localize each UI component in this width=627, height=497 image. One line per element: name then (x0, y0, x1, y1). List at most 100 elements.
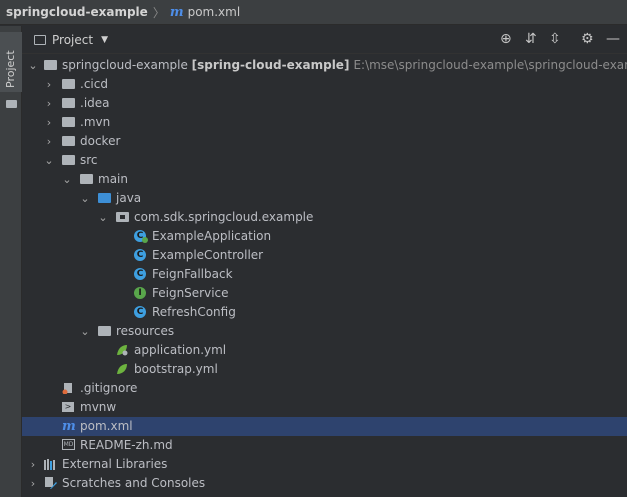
class-icon: C (134, 268, 146, 280)
chevron-down-icon[interactable]: ⌄ (28, 56, 38, 75)
maven-file-icon: m (169, 4, 184, 20)
scratches-icon (45, 477, 57, 489)
chevron-right-icon[interactable]: › (44, 94, 54, 113)
tree-label: ExampleController (152, 248, 264, 262)
package-icon (116, 212, 129, 222)
breadcrumb-separator: 〉 (152, 5, 165, 20)
chevron-right-icon[interactable]: › (28, 474, 38, 493)
project-tool-tab-label: Project (4, 50, 17, 88)
tree-row-class[interactable]: I FeignService (22, 284, 627, 303)
tree-label: README-zh.md (80, 438, 173, 452)
source-folder-icon (98, 193, 111, 203)
tree-label: .mvn (80, 115, 111, 129)
gitignore-icon (62, 383, 72, 394)
tree-label: FeignFallback (152, 267, 233, 281)
resources-folder-icon (98, 326, 111, 336)
tool-window-strip: Project (0, 26, 22, 497)
folder-icon (62, 117, 75, 127)
tree-label: pom.xml (80, 419, 133, 433)
navigation-bar: springcloud-example 〉 m pom.xml (0, 0, 627, 25)
tree-label: .gitignore (80, 381, 138, 395)
chevron-right-icon[interactable]: › (44, 132, 54, 151)
expand-all-icon[interactable]: ⇵ (525, 31, 537, 47)
chevron-down-icon[interactable]: ▼ (101, 35, 108, 45)
module-folder-icon (44, 60, 57, 70)
libraries-icon (44, 459, 55, 470)
tree-label: External Libraries (62, 457, 168, 471)
tree-row-package[interactable]: ⌄ com.sdk.springcloud.example (22, 208, 627, 227)
breadcrumb-project[interactable]: springcloud-example (6, 5, 148, 19)
chevron-down-icon[interactable]: ⌄ (98, 208, 108, 227)
tree-row-class[interactable]: C RefreshConfig (22, 303, 627, 322)
interface-icon: I (134, 287, 146, 299)
tree-row-file[interactable]: .gitignore (22, 379, 627, 398)
tree-row-docker[interactable]: › docker (22, 132, 627, 151)
tree-label: java (116, 191, 142, 205)
tree-row-resources[interactable]: ⌄ resources (22, 322, 627, 341)
tree-row-class[interactable]: C FeignFallback (22, 265, 627, 284)
tree-row-cicd[interactable]: › .cicd (22, 75, 627, 94)
tree-label: mvnw (80, 400, 117, 414)
collapse-all-icon[interactable]: ⇳ (549, 31, 561, 47)
chevron-down-icon[interactable]: ⌄ (62, 170, 72, 189)
panel-header: Project ▼ ⊕ ⇵ ⇳ ⚙ — (22, 26, 627, 54)
chevron-right-icon[interactable]: › (28, 455, 38, 474)
folder-icon (62, 98, 75, 108)
tree-row-file[interactable]: application.yml (22, 341, 627, 360)
tree-label: docker (80, 134, 121, 148)
tree-row-src[interactable]: ⌄ src (22, 151, 627, 170)
tree-row-scratches[interactable]: › Scratches and Consoles (22, 474, 627, 493)
tree-row-java[interactable]: ⌄ java (22, 189, 627, 208)
tree-row-class[interactable]: C ExampleApplication (22, 227, 627, 246)
folder-icon (6, 100, 17, 108)
maven-file-icon: m (62, 419, 76, 434)
spring-leaf-icon (117, 345, 128, 356)
tree-label: .cicd (80, 77, 108, 91)
locate-icon[interactable]: ⊕ (500, 31, 512, 47)
folder-icon (62, 155, 75, 165)
tree-label: ExampleApplication (152, 229, 272, 243)
root-module: [spring-cloud-example] (191, 58, 350, 72)
chevron-down-icon[interactable]: ⌄ (80, 322, 90, 341)
tree-label: src (80, 153, 98, 167)
chevron-right-icon[interactable]: › (44, 113, 54, 132)
minimize-icon[interactable]: — (606, 31, 620, 47)
spring-leaf-icon (117, 364, 127, 374)
tree-label: main (98, 172, 128, 186)
tree-row-root[interactable]: ⌄ springcloud-example [spring-cloud-exam… (22, 56, 627, 75)
project-view-icon (34, 34, 46, 45)
breadcrumb-file[interactable]: pom.xml (188, 5, 241, 19)
class-icon: C (134, 249, 146, 261)
gear-icon[interactable]: ⚙ (581, 31, 594, 47)
tree-row-external-libraries[interactable]: › External Libraries (22, 455, 627, 474)
tree-label: resources (116, 324, 175, 338)
tree-label: application.yml (134, 343, 227, 357)
tree-row-main[interactable]: ⌄ main (22, 170, 627, 189)
tree-row-mvn[interactable]: › .mvn (22, 113, 627, 132)
tree-row-file[interactable]: bootstrap.yml (22, 360, 627, 379)
class-icon: C (134, 306, 146, 318)
spring-app-class-icon: C (134, 230, 148, 243)
chevron-down-icon[interactable]: ⌄ (44, 151, 54, 170)
tree-row-idea[interactable]: › .idea (22, 94, 627, 113)
tree-label: FeignService (152, 286, 229, 300)
view-selector[interactable]: Project (52, 33, 93, 47)
script-icon: > (62, 402, 74, 412)
tree-row-file[interactable]: > mvnw (22, 398, 627, 417)
folder-icon (62, 136, 75, 146)
root-name: springcloud-example (62, 58, 188, 72)
tree-row-pom-selected[interactable]: m pom.xml (22, 417, 627, 436)
tree-row-file[interactable]: MD README-zh.md (22, 436, 627, 455)
tree-label: .idea (80, 96, 110, 110)
tree-label: RefreshConfig (152, 305, 236, 319)
root-path: E:\mse\springcloud-example\springcloud-e… (353, 58, 627, 72)
tree-row-class[interactable]: C ExampleController (22, 246, 627, 265)
project-panel: Project ▼ ⊕ ⇵ ⇳ ⚙ — ⌄ springcloud-exampl… (22, 26, 627, 497)
folder-icon (80, 174, 93, 184)
tree-label: bootstrap.yml (134, 362, 218, 376)
chevron-down-icon[interactable]: ⌄ (80, 189, 90, 208)
markdown-file-icon: MD (62, 439, 75, 450)
tree-label: Scratches and Consoles (62, 476, 206, 490)
folder-icon (62, 79, 75, 89)
chevron-right-icon[interactable]: › (44, 75, 54, 94)
